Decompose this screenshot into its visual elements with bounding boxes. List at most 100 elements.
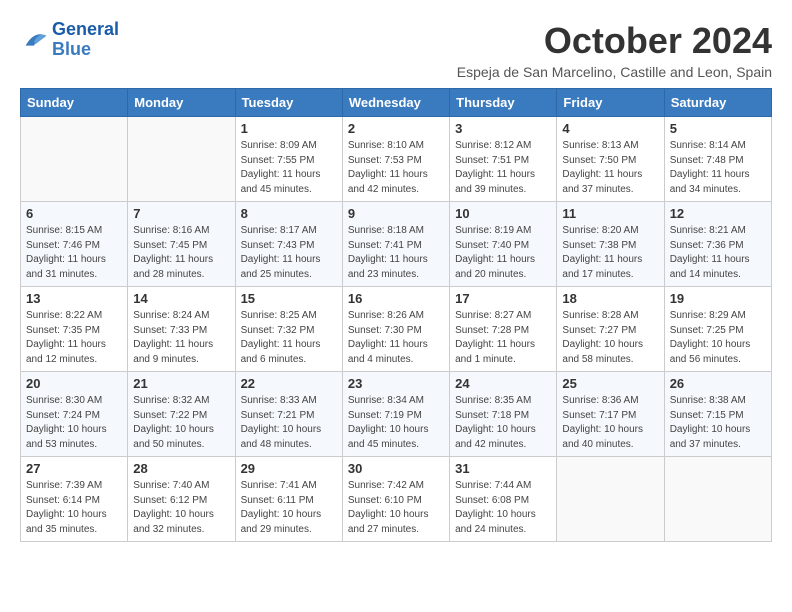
day-info: Sunrise: 8:25 AM Sunset: 7:32 PM Dayligh…: [241, 309, 337, 367]
day-number: 18: [562, 291, 658, 306]
calendar-cell: 23 Sunrise: 8:34 AM Sunset: 7:19 PM Dayli…: [342, 372, 449, 457]
day-info: Sunrise: 8:20 AM Sunset: 7:38 PM Dayligh…: [562, 224, 658, 282]
day-info: Sunrise: 8:22 AM Sunset: 7:35 PM Dayligh…: [26, 309, 122, 367]
calendar-day-header: Thursday: [450, 89, 557, 117]
day-info: Sunrise: 8:32 AM Sunset: 7:22 PM Dayligh…: [133, 394, 229, 452]
day-number: 6: [26, 206, 122, 221]
calendar-cell: 3 Sunrise: 8:12 AM Sunset: 7:51 PM Daylig…: [450, 117, 557, 202]
calendar-cell: 29Sunrise: 7:41 AM Sunset: 6:11 PM Dayli…: [235, 457, 342, 542]
calendar-cell: 30 Sunrise: 7:42 AM Sunset: 6:10 PM Dayli…: [342, 457, 449, 542]
calendar-cell: 18 Sunrise: 8:28 AM Sunset: 7:27 PM Dayli…: [557, 287, 664, 372]
day-info: Sunrise: 8:14 AM Sunset: 7:48 PM Dayligh…: [670, 139, 766, 197]
day-number: 12: [670, 206, 766, 221]
calendar-header-row: SundayMondayTuesdayWednesdayThursdayFrid…: [21, 89, 772, 117]
day-number: 30: [348, 461, 444, 476]
day-info: Sunrise: 8:12 AM Sunset: 7:51 PM Dayligh…: [455, 139, 551, 197]
calendar-cell: 9 Sunrise: 8:18 AM Sunset: 7:41 PM Daylig…: [342, 202, 449, 287]
day-number: 8: [241, 206, 337, 221]
calendar-cell: [557, 457, 664, 542]
day-number: 29: [241, 461, 337, 476]
day-info: Sunrise: 7:42 AM Sunset: 6:10 PM Dayligh…: [348, 479, 444, 537]
day-info: Sunrise: 8:27 AM Sunset: 7:28 PM Dayligh…: [455, 309, 551, 367]
page-header: General Blue October 2024 Espeja de San …: [20, 20, 772, 80]
calendar-cell: 14 Sunrise: 8:24 AM Sunset: 7:33 PM Dayli…: [128, 287, 235, 372]
day-info: Sunrise: 7:40 AM Sunset: 6:12 PM Dayligh…: [133, 479, 229, 537]
day-info: Sunrise: 8:09 AM Sunset: 7:55 PM Dayligh…: [241, 139, 337, 197]
logo: General Blue: [20, 20, 119, 60]
day-number: 15: [241, 291, 337, 306]
calendar-cell: 6 Sunrise: 8:15 AM Sunset: 7:46 PM Daylig…: [21, 202, 128, 287]
day-number: 5: [670, 121, 766, 136]
day-number: 2: [348, 121, 444, 136]
calendar-cell: 2 Sunrise: 8:10 AM Sunset: 7:53 PM Daylig…: [342, 117, 449, 202]
day-info: Sunrise: 7:39 AM Sunset: 6:14 PM Dayligh…: [26, 479, 122, 537]
calendar-cell: 19 Sunrise: 8:29 AM Sunset: 7:25 PM Dayli…: [664, 287, 771, 372]
calendar-body: 1 Sunrise: 8:09 AM Sunset: 7:55 PM Daylig…: [21, 117, 772, 542]
day-number: 19: [670, 291, 766, 306]
day-number: 10: [455, 206, 551, 221]
day-info: Sunrise: 8:13 AM Sunset: 7:50 PM Dayligh…: [562, 139, 658, 197]
calendar-cell: 26 Sunrise: 8:38 AM Sunset: 7:15 PM Dayli…: [664, 372, 771, 457]
calendar-cell: 15 Sunrise: 8:25 AM Sunset: 7:32 PM Dayli…: [235, 287, 342, 372]
logo-bird-icon: [20, 26, 48, 54]
day-info: Sunrise: 8:18 AM Sunset: 7:41 PM Dayligh…: [348, 224, 444, 282]
day-info: Sunrise: 8:36 AM Sunset: 7:17 PM Dayligh…: [562, 394, 658, 452]
calendar-cell: 12 Sunrise: 8:21 AM Sunset: 7:36 PM Dayli…: [664, 202, 771, 287]
calendar-week-row: 1 Sunrise: 8:09 AM Sunset: 7:55 PM Daylig…: [21, 117, 772, 202]
day-number: 4: [562, 121, 658, 136]
calendar-cell: 25Sunrise: 8:36 AM Sunset: 7:17 PM Dayli…: [557, 372, 664, 457]
day-number: 1: [241, 121, 337, 136]
day-number: 13: [26, 291, 122, 306]
calendar-day-header: Friday: [557, 89, 664, 117]
calendar-cell: 31Sunrise: 7:44 AM Sunset: 6:08 PM Dayli…: [450, 457, 557, 542]
day-info: Sunrise: 8:38 AM Sunset: 7:15 PM Dayligh…: [670, 394, 766, 452]
calendar-cell: 24 Sunrise: 8:35 AM Sunset: 7:18 PM Dayli…: [450, 372, 557, 457]
day-info: Sunrise: 8:35 AM Sunset: 7:18 PM Dayligh…: [455, 394, 551, 452]
day-info: Sunrise: 8:19 AM Sunset: 7:40 PM Dayligh…: [455, 224, 551, 282]
calendar-cell: 5 Sunrise: 8:14 AM Sunset: 7:48 PM Daylig…: [664, 117, 771, 202]
day-info: Sunrise: 8:33 AM Sunset: 7:21 PM Dayligh…: [241, 394, 337, 452]
day-info: Sunrise: 8:28 AM Sunset: 7:27 PM Dayligh…: [562, 309, 658, 367]
calendar-day-header: Tuesday: [235, 89, 342, 117]
day-info: Sunrise: 8:15 AM Sunset: 7:46 PM Dayligh…: [26, 224, 122, 282]
calendar-cell: 28 Sunrise: 7:40 AM Sunset: 6:12 PM Dayli…: [128, 457, 235, 542]
day-number: 14: [133, 291, 229, 306]
calendar-week-row: 27 Sunrise: 7:39 AM Sunset: 6:14 PM Dayli…: [21, 457, 772, 542]
day-number: 9: [348, 206, 444, 221]
calendar-cell: 7Sunrise: 8:16 AM Sunset: 7:45 PM Daylig…: [128, 202, 235, 287]
day-number: 27: [26, 461, 122, 476]
day-number: 3: [455, 121, 551, 136]
day-number: 7: [133, 206, 229, 221]
calendar-cell: 4 Sunrise: 8:13 AM Sunset: 7:50 PM Daylig…: [557, 117, 664, 202]
day-number: 20: [26, 376, 122, 391]
calendar-cell: 8Sunrise: 8:17 AM Sunset: 7:43 PM Daylig…: [235, 202, 342, 287]
calendar-cell: 11 Sunrise: 8:20 AM Sunset: 7:38 PM Dayli…: [557, 202, 664, 287]
calendar-week-row: 6 Sunrise: 8:15 AM Sunset: 7:46 PM Daylig…: [21, 202, 772, 287]
calendar-cell: 22 Sunrise: 8:33 AM Sunset: 7:21 PM Dayli…: [235, 372, 342, 457]
day-info: Sunrise: 8:29 AM Sunset: 7:25 PM Dayligh…: [670, 309, 766, 367]
calendar-day-header: Saturday: [664, 89, 771, 117]
day-info: Sunrise: 7:44 AM Sunset: 6:08 PM Dayligh…: [455, 479, 551, 537]
title-block: October 2024 Espeja de San Marcelino, Ca…: [457, 20, 772, 80]
calendar-cell: 16Sunrise: 8:26 AM Sunset: 7:30 PM Dayli…: [342, 287, 449, 372]
calendar-day-header: Monday: [128, 89, 235, 117]
day-number: 28: [133, 461, 229, 476]
day-number: 22: [241, 376, 337, 391]
day-info: Sunrise: 8:34 AM Sunset: 7:19 PM Dayligh…: [348, 394, 444, 452]
day-info: Sunrise: 8:21 AM Sunset: 7:36 PM Dayligh…: [670, 224, 766, 282]
calendar-cell: 1 Sunrise: 8:09 AM Sunset: 7:55 PM Daylig…: [235, 117, 342, 202]
day-number: 26: [670, 376, 766, 391]
calendar-day-header: Sunday: [21, 89, 128, 117]
calendar-cell: [664, 457, 771, 542]
day-info: Sunrise: 8:24 AM Sunset: 7:33 PM Dayligh…: [133, 309, 229, 367]
day-number: 23: [348, 376, 444, 391]
calendar-cell: 17Sunrise: 8:27 AM Sunset: 7:28 PM Dayli…: [450, 287, 557, 372]
month-title: October 2024: [457, 20, 772, 62]
calendar-cell: 10 Sunrise: 8:19 AM Sunset: 7:40 PM Dayli…: [450, 202, 557, 287]
day-number: 21: [133, 376, 229, 391]
day-info: Sunrise: 8:26 AM Sunset: 7:30 PM Dayligh…: [348, 309, 444, 367]
day-number: 24: [455, 376, 551, 391]
location-subtitle: Espeja de San Marcelino, Castille and Le…: [457, 64, 772, 80]
day-info: Sunrise: 8:10 AM Sunset: 7:53 PM Dayligh…: [348, 139, 444, 197]
day-number: 11: [562, 206, 658, 221]
